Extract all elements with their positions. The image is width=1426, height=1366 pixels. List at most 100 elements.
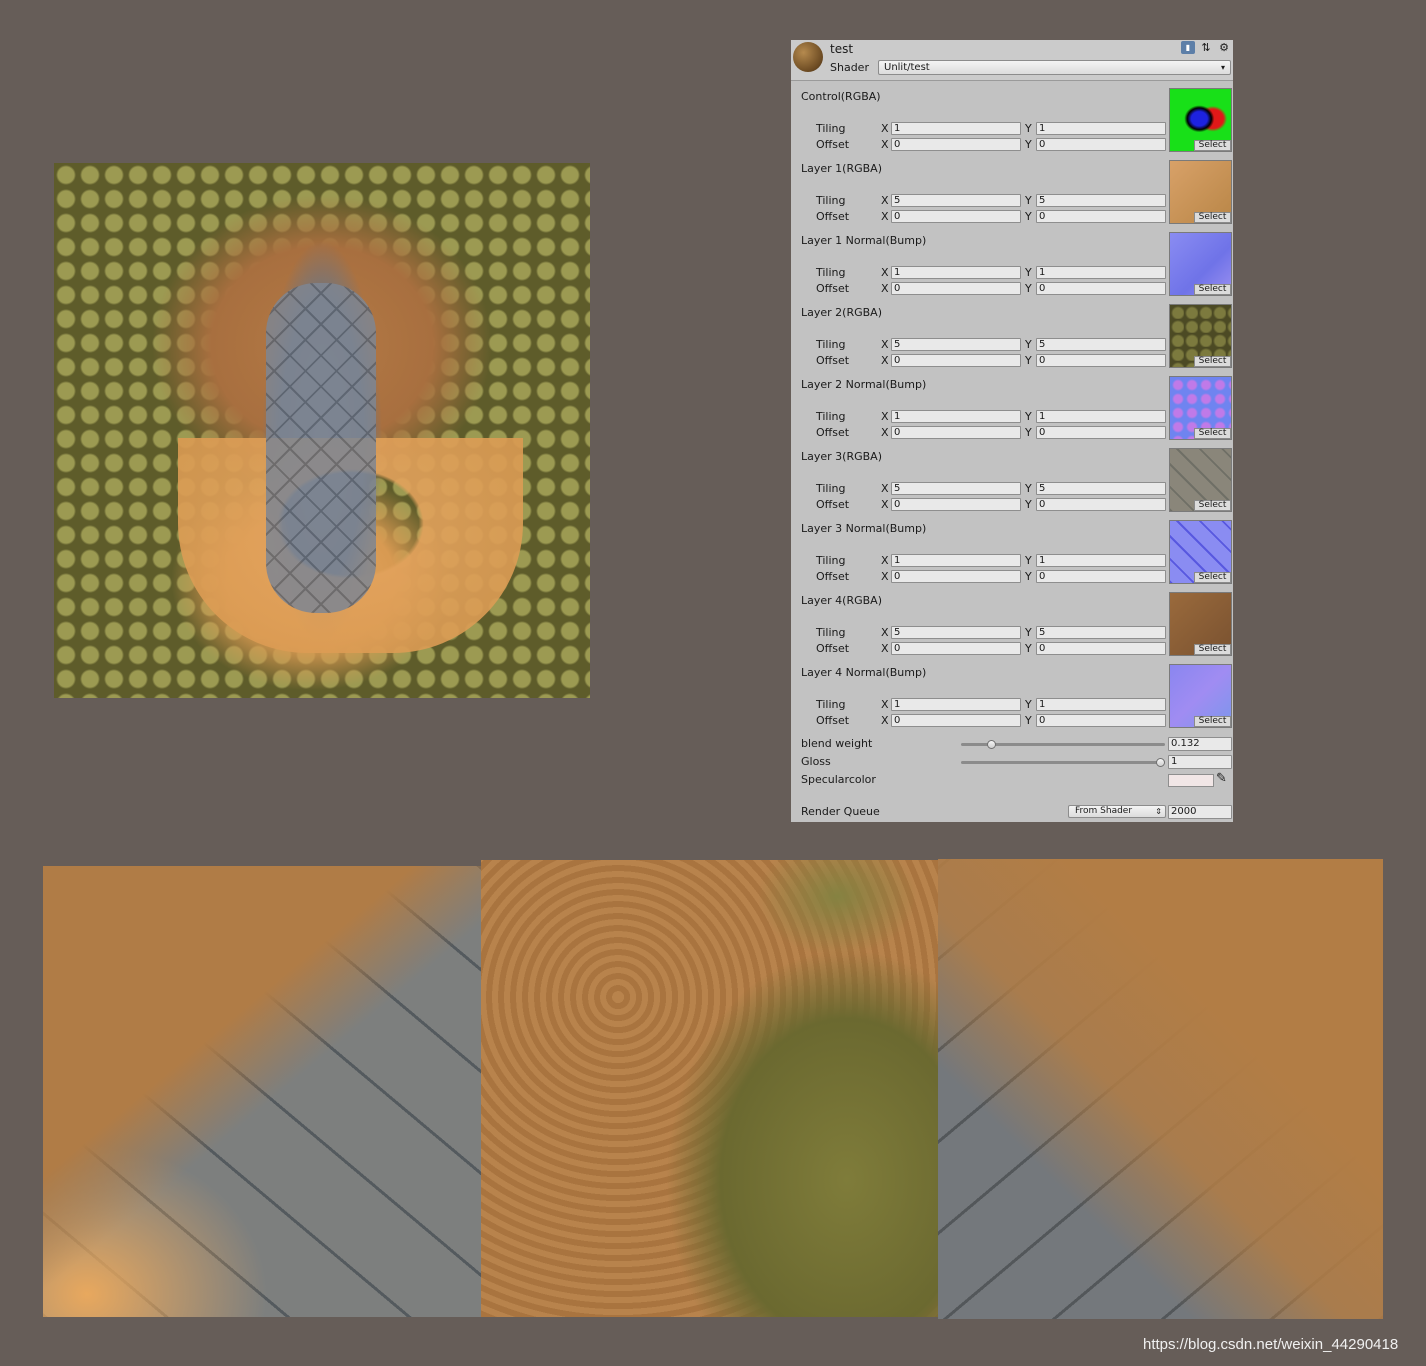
- tiling-x-field[interactable]: 5: [891, 626, 1021, 639]
- texture-thumbnail[interactable]: Select: [1169, 88, 1232, 152]
- render-queue-dropdown[interactable]: From Shader ⇕: [1068, 805, 1166, 818]
- texture-thumbnail[interactable]: Select: [1169, 520, 1232, 584]
- offset-y-field[interactable]: 0: [1036, 354, 1166, 367]
- tiling-y-field[interactable]: 5: [1036, 194, 1166, 207]
- texture-thumbnail[interactable]: Select: [1169, 160, 1232, 224]
- offset-x-axis-label: X: [881, 210, 889, 223]
- texture-thumbnail[interactable]: Select: [1169, 376, 1232, 440]
- book-icon[interactable]: ▮: [1181, 41, 1195, 54]
- offset-label: Offset: [816, 642, 850, 655]
- select-texture-button[interactable]: Select: [1194, 212, 1231, 223]
- property-title: Control(RGBA): [801, 90, 881, 103]
- offset-y-axis-label: Y: [1025, 714, 1032, 727]
- chevron-updown-icon: ⇕: [1155, 807, 1162, 816]
- settings-icon[interactable]: ⚙: [1217, 41, 1231, 54]
- offset-x-field[interactable]: 0: [891, 714, 1021, 727]
- tiling-label: Tiling: [816, 482, 846, 495]
- gloss-slider-knob[interactable]: [1156, 758, 1165, 767]
- tiling-y-field[interactable]: 1: [1036, 122, 1166, 135]
- material-preview-icon: [793, 42, 823, 72]
- tiling-y-field[interactable]: 1: [1036, 266, 1166, 279]
- blend-weight-slider-knob[interactable]: [986, 740, 996, 749]
- select-texture-button[interactable]: Select: [1194, 716, 1231, 727]
- tiling-y-axis-label: Y: [1025, 554, 1032, 567]
- watermark-text: https://blog.csdn.net/weixin_44290418: [1143, 1336, 1399, 1353]
- tiling-y-field[interactable]: 5: [1036, 482, 1166, 495]
- offset-y-field[interactable]: 0: [1036, 570, 1166, 583]
- tiling-y-axis-label: Y: [1025, 266, 1032, 279]
- tiling-y-field[interactable]: 1: [1036, 698, 1166, 711]
- tiling-label: Tiling: [816, 554, 846, 567]
- tiling-y-field[interactable]: 1: [1036, 554, 1166, 567]
- texture-thumbnail[interactable]: Select: [1169, 304, 1232, 368]
- offset-x-field[interactable]: 0: [891, 354, 1021, 367]
- offset-y-field[interactable]: 0: [1036, 642, 1166, 655]
- tiling-x-field[interactable]: 5: [891, 194, 1021, 207]
- render-queue-label: Render Queue: [801, 805, 880, 818]
- tiling-y-field[interactable]: 5: [1036, 626, 1166, 639]
- tiling-x-field[interactable]: 5: [891, 482, 1021, 495]
- render-queue-value[interactable]: 2000: [1168, 805, 1232, 819]
- tiling-x-field[interactable]: 1: [891, 698, 1021, 711]
- offset-y-field[interactable]: 0: [1036, 138, 1166, 151]
- select-texture-button[interactable]: Select: [1194, 500, 1231, 511]
- blend-weight-slider[interactable]: [961, 740, 1165, 749]
- texture-thumbnail[interactable]: Select: [1169, 664, 1232, 728]
- offset-y-field[interactable]: 0: [1036, 210, 1166, 223]
- select-texture-button[interactable]: Select: [1194, 428, 1231, 439]
- offset-y-field[interactable]: 0: [1036, 282, 1166, 295]
- offset-x-field[interactable]: 0: [891, 642, 1021, 655]
- tiling-x-axis-label: X: [881, 194, 889, 207]
- tiling-x-field[interactable]: 1: [891, 554, 1021, 567]
- property-title: Layer 4(RGBA): [801, 594, 882, 607]
- offset-label: Offset: [816, 138, 850, 151]
- specular-color-swatch[interactable]: [1168, 774, 1214, 787]
- texture-thumbnail[interactable]: Select: [1169, 232, 1232, 296]
- offset-y-field[interactable]: 0: [1036, 426, 1166, 439]
- tiling-x-field[interactable]: 1: [891, 410, 1021, 423]
- offset-x-field[interactable]: 0: [891, 138, 1021, 151]
- offset-x-field[interactable]: 0: [891, 282, 1021, 295]
- stone-path-region: [266, 283, 376, 613]
- shader-value: Unlit/test: [884, 62, 930, 73]
- select-texture-button[interactable]: Select: [1194, 284, 1231, 295]
- tiling-y-axis-label: Y: [1025, 194, 1032, 207]
- tiling-y-field[interactable]: 5: [1036, 338, 1166, 351]
- tiling-y-axis-label: Y: [1025, 626, 1032, 639]
- offset-y-field[interactable]: 0: [1036, 714, 1166, 727]
- texture-thumbnail[interactable]: Select: [1169, 592, 1232, 656]
- offset-x-axis-label: X: [881, 570, 889, 583]
- select-texture-button[interactable]: Select: [1194, 572, 1231, 583]
- tiling-y-axis-label: Y: [1025, 698, 1032, 711]
- offset-x-field[interactable]: 0: [891, 426, 1021, 439]
- select-texture-button[interactable]: Select: [1194, 644, 1231, 655]
- offset-y-field[interactable]: 0: [1036, 498, 1166, 511]
- blend-weight-value[interactable]: 0.132: [1168, 737, 1232, 751]
- layout-icon[interactable]: ⇅: [1199, 41, 1213, 54]
- offset-x-field[interactable]: 0: [891, 210, 1021, 223]
- tiling-y-axis-label: Y: [1025, 410, 1032, 423]
- gloss-slider[interactable]: [961, 758, 1165, 767]
- tiling-x-field[interactable]: 1: [891, 122, 1021, 135]
- tiling-x-axis-label: X: [881, 698, 889, 711]
- offset-label: Offset: [816, 714, 850, 727]
- tiling-x-field[interactable]: 1: [891, 266, 1021, 279]
- tiling-x-field[interactable]: 5: [891, 338, 1021, 351]
- specular-color-label: Specularcolor: [801, 773, 876, 786]
- terrain-closeup-right: [938, 859, 1383, 1319]
- tiling-y-field[interactable]: 1: [1036, 410, 1166, 423]
- tiling-x-axis-label: X: [881, 410, 889, 423]
- eyedropper-icon[interactable]: ✎: [1216, 771, 1227, 786]
- select-texture-button[interactable]: Select: [1194, 140, 1231, 151]
- offset-x-axis-label: X: [881, 498, 889, 511]
- texture-thumbnail[interactable]: Select: [1169, 448, 1232, 512]
- property-title: Layer 2 Normal(Bump): [801, 378, 927, 391]
- select-texture-button[interactable]: Select: [1194, 356, 1231, 367]
- gloss-value[interactable]: 1: [1168, 755, 1232, 769]
- offset-x-field[interactable]: 0: [891, 570, 1021, 583]
- material-name: test: [830, 42, 854, 56]
- offset-y-axis-label: Y: [1025, 138, 1032, 151]
- tiling-x-axis-label: X: [881, 338, 889, 351]
- offset-x-field[interactable]: 0: [891, 498, 1021, 511]
- shader-dropdown[interactable]: Unlit/test ▾: [878, 60, 1231, 75]
